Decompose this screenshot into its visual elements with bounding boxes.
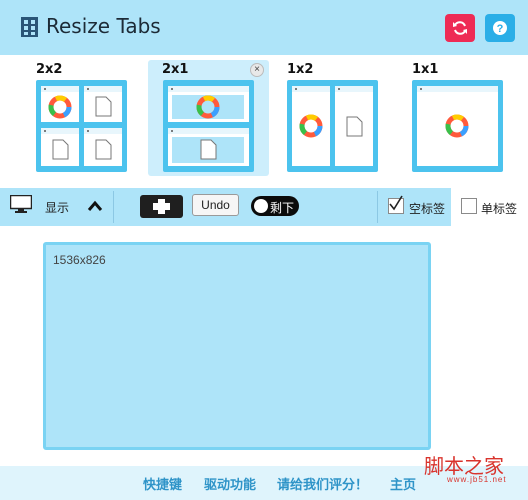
screen-preview[interactable]: 1536x826	[43, 242, 431, 450]
chevron-up-icon[interactable]	[87, 199, 103, 213]
close-layout-icon[interactable]: ×	[250, 63, 264, 77]
watermark-url: www.jb51.net	[447, 475, 507, 484]
layout-1x2-preview	[287, 80, 378, 172]
app-header: Resize Tabs ?	[0, 0, 528, 55]
app-logo-icon	[21, 17, 38, 37]
empty-tab-label: 空标签	[409, 202, 446, 216]
layout-label: 2x1	[162, 62, 189, 77]
display-icon[interactable]	[10, 195, 32, 213]
single-tab-checkbox[interactable]	[461, 198, 477, 214]
single-tab-label: 单标签	[481, 202, 518, 216]
undo-button[interactable]: Undo	[192, 194, 239, 216]
help-button[interactable]: ?	[485, 14, 515, 42]
layout-2x1-preview	[163, 80, 254, 172]
drivers-link[interactable]: 驱动功能	[204, 474, 256, 493]
svg-text:?: ?	[497, 23, 504, 35]
layout-2x2-preview	[36, 80, 127, 172]
layout-1x1[interactable]: 1x1	[412, 60, 508, 176]
layout-label: 2x2	[36, 62, 63, 77]
layout-1x1-preview	[412, 80, 503, 172]
toolbar: 显示 Undo 剩下 空标签 单标签	[0, 188, 528, 226]
checkmark-icon	[389, 195, 403, 211]
question-icon: ?	[493, 21, 507, 35]
refresh-button[interactable]	[445, 14, 475, 42]
toggle-knob	[254, 199, 268, 213]
layout-label: 1x2	[287, 62, 314, 77]
empty-tab-checkbox[interactable]	[388, 195, 404, 214]
toolbar-divider	[113, 191, 114, 223]
home-link[interactable]: 主页	[390, 474, 416, 493]
display-label[interactable]: 显示	[45, 199, 69, 216]
plus-icon	[153, 199, 170, 214]
refresh-icon	[453, 21, 467, 35]
add-layout-button[interactable]	[140, 195, 183, 218]
rate-link[interactable]: 请给我们评分！	[277, 474, 368, 493]
screen-resolution: 1536x826	[53, 253, 106, 267]
toggle-label: 剩下	[270, 201, 295, 215]
layout-1x2[interactable]: 1x2	[287, 60, 383, 176]
layout-2x1[interactable]: 2x1 ×	[148, 60, 269, 176]
layout-label: 1x1	[412, 62, 439, 77]
app-title: Resize Tabs	[46, 14, 161, 38]
shortcuts-link[interactable]: 快捷键	[143, 474, 182, 493]
single-tab-option: 单标签	[451, 188, 528, 226]
layout-2x2[interactable]: 2x2	[36, 60, 132, 176]
toolbar-divider	[377, 191, 378, 223]
remaining-toggle[interactable]: 剩下	[251, 196, 299, 216]
